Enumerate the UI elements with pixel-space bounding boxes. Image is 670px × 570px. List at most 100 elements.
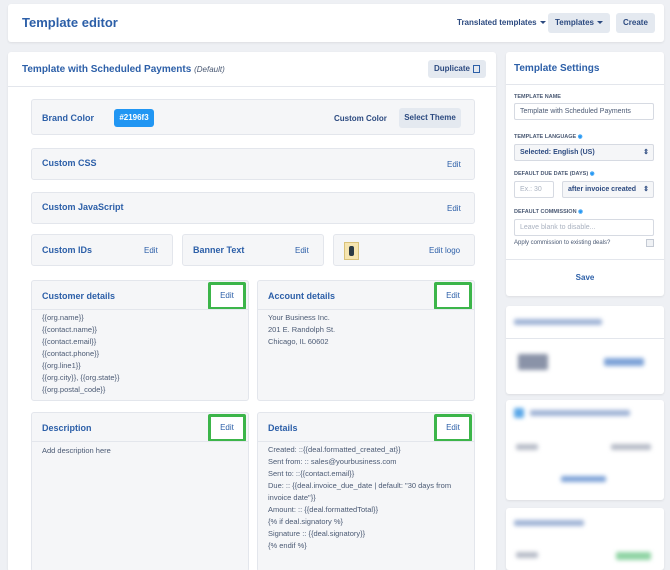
blurred-badge [616, 552, 651, 560]
custom-ids-card: Custom IDs Edit [31, 234, 173, 266]
text-line: {{contact.phone}} [42, 349, 100, 358]
template-title-text: Template with Scheduled Payments [22, 64, 192, 75]
card-divider [32, 441, 248, 442]
custom-color-link[interactable]: Custom Color [334, 114, 387, 123]
top-bar: Template editor Translated templates Tem… [8, 4, 664, 42]
template-name-input[interactable]: Template with Scheduled Payments [514, 103, 654, 120]
text-line: {{contact.email}} [42, 337, 97, 346]
chevron-down-icon [596, 21, 603, 25]
template-name-label: TEMPLATE NAME [514, 94, 561, 100]
divider [506, 259, 664, 260]
custom-ids-edit-link[interactable]: Edit [144, 246, 158, 255]
account-details-edit-button[interactable]: Edit [434, 282, 472, 310]
brand-color-swatch[interactable]: #2196f3 [114, 109, 154, 127]
create-button[interactable]: Create [616, 13, 655, 33]
account-details-label: Account details [268, 291, 336, 301]
details-label: Details [268, 423, 298, 433]
blurred-card [506, 306, 664, 394]
template-settings-title: Template Settings [514, 63, 600, 74]
text-line: Sent from: :: sales@yourbusiness.com [268, 457, 397, 466]
page-title: Template editor [22, 15, 118, 30]
card-divider [32, 309, 248, 310]
default-commission-label: DEFAULT COMMISSION ◉ [514, 209, 583, 215]
due-date-basis-select[interactable]: after invoice created ⇕ [562, 181, 654, 198]
duplicate-label: Duplicate [433, 64, 470, 73]
edit-logo-link[interactable]: Edit logo [429, 246, 460, 255]
select-theme-button[interactable]: Select Theme [399, 108, 461, 128]
translated-templates-label: Translated templates [457, 18, 537, 27]
help-icon: ◉ [578, 209, 583, 215]
custom-css-edit-link[interactable]: Edit [447, 160, 461, 169]
copy-icon [473, 64, 480, 73]
default-commission-label-text: DEFAULT COMMISSION [514, 209, 577, 215]
text-line: {% if deal.signatory %} [268, 517, 344, 526]
apply-commission-checkbox[interactable] [646, 239, 654, 247]
details-edit-button[interactable]: Edit [434, 414, 472, 442]
description-text: Add description here [42, 446, 111, 455]
text-line: Created: ::{{deal.formatted_created_at}} [268, 445, 401, 454]
text-line: {{org.name}} [42, 313, 84, 322]
logo-card: Edit logo [333, 234, 475, 266]
custom-js-row: Custom JavaScript Edit [31, 192, 475, 224]
help-icon: ◉ [589, 171, 595, 177]
text-line: Chicago, IL 60602 [268, 337, 329, 346]
template-language-value: Selected: English (US) [520, 149, 595, 156]
blurred-text [514, 319, 602, 325]
logo-thumbnail [344, 242, 359, 260]
card-divider [258, 309, 474, 310]
save-button[interactable]: Save [506, 273, 664, 282]
banner-text-card: Banner Text Edit [182, 234, 324, 266]
details-lines: Created: ::{{deal.formatted_created_at}}… [268, 444, 451, 552]
blurred-text [514, 520, 584, 526]
customer-details-edit-button[interactable]: Edit [208, 282, 246, 310]
default-due-date-label-text: DEFAULT DUE DATE (DAYS) [514, 171, 589, 177]
description-edit-button[interactable]: Edit [208, 414, 246, 442]
divider [8, 86, 496, 87]
due-days-input[interactable]: Ex.: 30 [514, 181, 554, 198]
text-line: {{contact.name}} [42, 325, 98, 334]
due-date-basis-value: after invoice created [568, 186, 637, 193]
blurred-text [516, 444, 538, 450]
brand-color-label: Brand Color [42, 113, 95, 123]
text-line: 201 E. Randolph St. [268, 325, 336, 334]
custom-css-row: Custom CSS Edit [31, 148, 475, 180]
custom-css-label: Custom CSS [42, 158, 97, 168]
brand-color-row: Brand Color #2196f3 Custom Color Select … [31, 99, 475, 135]
text-line: Due: :: {{deal.invoice_due_date | defaul… [268, 481, 452, 490]
template-language-select[interactable]: Selected: English (US) ⇕ [514, 144, 654, 161]
blurred-text [604, 358, 644, 366]
custom-ids-label: Custom IDs [42, 245, 93, 255]
default-tag: (Default) [194, 65, 225, 74]
blurred-text [530, 410, 630, 416]
divider [506, 338, 664, 339]
apply-commission-label: Apply commission to existing deals? [514, 240, 611, 246]
description-card: Description Edit Add description here [31, 412, 249, 570]
translated-templates-dropdown[interactable]: Translated templates [450, 13, 553, 33]
blurred-text [561, 476, 606, 482]
blurred-card [506, 400, 664, 500]
banner-text-edit-link[interactable]: Edit [295, 246, 309, 255]
template-language-label-text: TEMPLATE LANGUAGE [514, 134, 577, 140]
template-language-label: TEMPLATE LANGUAGE ◉ [514, 134, 583, 140]
text-line: Your Business Inc. [268, 313, 330, 322]
templates-dropdown[interactable]: Templates [548, 13, 610, 33]
blurred-avatar [518, 354, 548, 370]
select-arrows-icon: ⇕ [643, 149, 649, 156]
templates-label: Templates [555, 18, 594, 27]
custom-js-label: Custom JavaScript [42, 202, 124, 212]
text-line: {{org.postal_code}} [42, 385, 106, 394]
help-icon: ◉ [577, 134, 583, 140]
custom-js-edit-link[interactable]: Edit [447, 204, 461, 213]
template-editor-panel: Template with Scheduled Payments (Defaul… [8, 52, 496, 570]
blurred-text [516, 552, 538, 558]
duplicate-button[interactable]: Duplicate [427, 60, 486, 78]
details-card: Details Edit Created: ::{{deal.formatted… [257, 412, 475, 570]
customer-details-card: Customer details Edit {{org.name}} {{con… [31, 280, 249, 401]
template-title: Template with Scheduled Payments (Defaul… [22, 64, 225, 75]
select-arrows-icon: ⇕ [643, 186, 649, 193]
blurred-icon [514, 408, 524, 418]
card-divider [258, 441, 474, 442]
text-line: Sent to: ::{{contact.email}} [268, 469, 355, 478]
commission-input[interactable]: Leave blank to disable... [514, 219, 654, 236]
template-settings-panel: Template Settings TEMPLATE NAME Template… [506, 52, 664, 296]
